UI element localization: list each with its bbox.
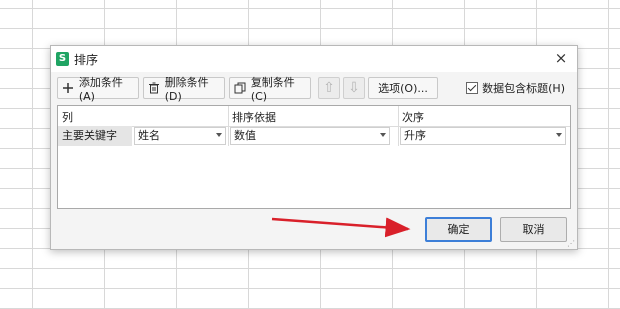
trash-icon	[148, 81, 161, 95]
sort-on-select[interactable]: 数值	[230, 127, 390, 145]
resize-grip-icon[interactable]: ⋰	[567, 239, 575, 248]
move-up-button[interactable]: ⇧	[318, 77, 340, 99]
cancel-button[interactable]: 取消	[500, 217, 567, 242]
sort-dialog: S 排序 × 添加条件(A) 删除条件(D) 复制条件(C) ⇧ ⇩ 选项(O)…	[50, 45, 578, 250]
data-has-headers-label: 数据包含标题(H)	[482, 82, 565, 95]
column-header-order: 次序	[402, 111, 424, 124]
delete-condition-button[interactable]: 删除条件(D)	[143, 76, 225, 103]
plus-icon	[62, 81, 75, 95]
arrow-up-icon: ⇧	[323, 80, 335, 96]
delete-condition-label: 删除条件(D)	[164, 75, 209, 103]
move-down-button[interactable]: ⇩	[343, 77, 365, 99]
dropdown-caret-icon[interactable]	[216, 133, 222, 137]
arrow-down-icon: ⇩	[348, 80, 360, 96]
sort-conditions-table: 列 排序依据 次序 主要关键字 姓名 数值 升序	[57, 105, 571, 209]
dropdown-caret-icon[interactable]	[556, 133, 562, 137]
order-select[interactable]: 升序	[400, 127, 566, 145]
column-header-column: 列	[62, 111, 73, 124]
options-label: 选项(O)...	[378, 82, 428, 95]
dialog-titlebar: S 排序 ×	[51, 46, 577, 72]
primary-key-label: 主要关键字	[58, 126, 132, 146]
options-button[interactable]: 选项(O)...	[368, 77, 438, 99]
column-header-sort-on: 排序依据	[232, 111, 276, 124]
copy-condition-label: 复制条件(C)	[250, 75, 295, 103]
dropdown-caret-icon[interactable]	[380, 133, 386, 137]
copy-icon	[234, 81, 247, 95]
table-header: 列 排序依据 次序	[58, 106, 570, 127]
column-select-value: 姓名	[138, 129, 160, 142]
checkbox-checked-icon[interactable]	[466, 82, 479, 94]
table-row: 主要关键字 姓名 数值 升序	[58, 126, 570, 146]
ok-button[interactable]: 确定	[425, 217, 492, 242]
sort-on-select-value: 数值	[234, 129, 256, 142]
sort-toolbar: 添加条件(A) 删除条件(D) 复制条件(C) ⇧ ⇩ 选项(O)... 数据包…	[57, 76, 571, 103]
column-select[interactable]: 姓名	[134, 127, 226, 145]
data-has-headers-checkbox[interactable]: 数据包含标题(H)	[466, 80, 565, 96]
close-button[interactable]: ×	[553, 50, 569, 66]
copy-condition-button[interactable]: 复制条件(C)	[229, 76, 311, 103]
add-condition-label: 添加条件(A)	[78, 75, 123, 103]
add-condition-button[interactable]: 添加条件(A)	[57, 76, 139, 103]
order-select-value: 升序	[404, 129, 426, 142]
dialog-title: 排序	[74, 53, 99, 67]
wps-spreadsheet-icon: S	[56, 52, 69, 66]
